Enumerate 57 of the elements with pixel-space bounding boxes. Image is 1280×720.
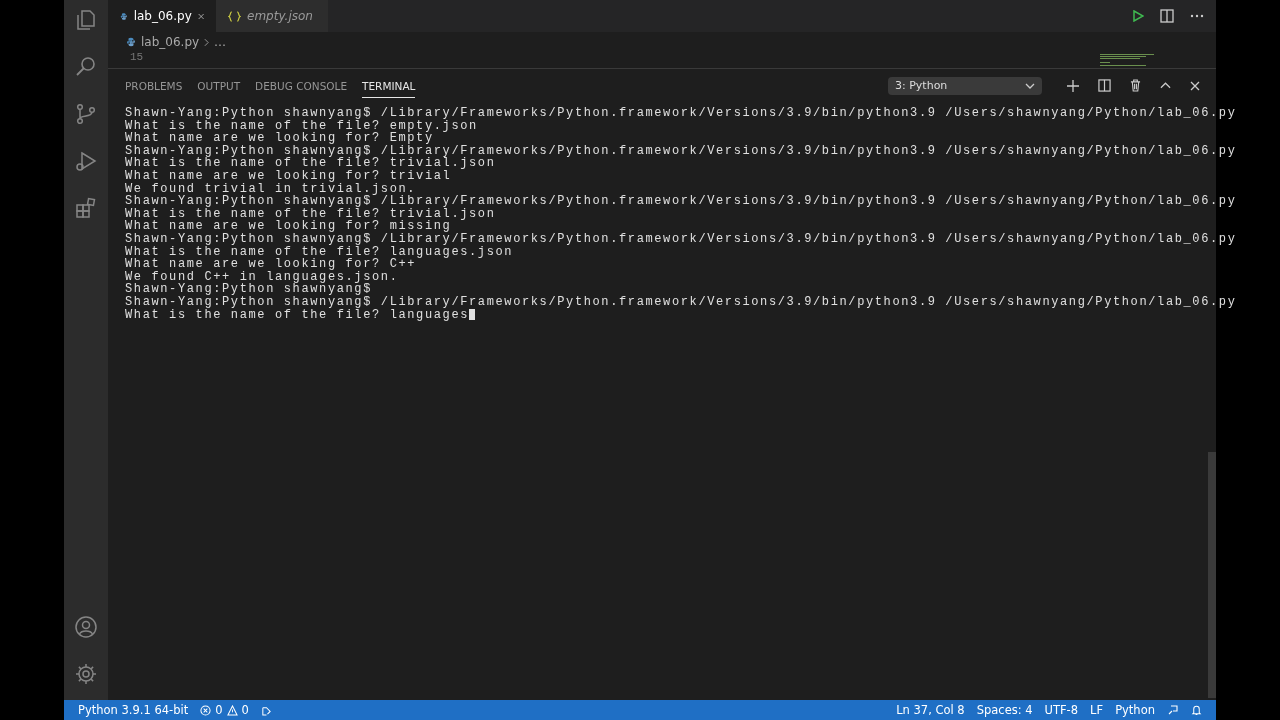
editor-tab[interactable]: empty.json bbox=[216, 0, 328, 32]
breadcrumb-item[interactable]: … bbox=[214, 35, 227, 49]
scrollbar[interactable] bbox=[1208, 452, 1216, 698]
split-terminal-icon[interactable] bbox=[1098, 79, 1111, 92]
terminal-line: What name are we looking for? trivial bbox=[125, 169, 452, 183]
split-editor-icon[interactable] bbox=[1160, 9, 1174, 23]
editor-tab[interactable]: lab_06.py bbox=[108, 0, 216, 32]
extensions-icon[interactable] bbox=[74, 196, 98, 220]
terminal-line: Shawn-Yang:Python shawnyang$ /Library/Frameworks/Python.framework/Versions/3.9/bin/python3.9 /Users/shawnyang/Python/lab_06.py bbox=[125, 144, 1237, 158]
account-icon[interactable] bbox=[74, 615, 98, 639]
settings-icon[interactable] bbox=[74, 662, 98, 686]
terminal-line: What is the name of the file? languages.json bbox=[125, 245, 514, 259]
panel-tab[interactable]: TERMINAL bbox=[362, 73, 416, 98]
files-icon[interactable] bbox=[74, 8, 98, 32]
run-debug-icon[interactable] bbox=[74, 149, 98, 173]
breadcrumb-item[interactable]: lab_06.py bbox=[141, 35, 200, 49]
close-icon[interactable] bbox=[1190, 80, 1200, 91]
status-item[interactable]: Ln 37, Col 8 bbox=[896, 703, 965, 717]
terminal-line: Shawn-Yang:Python shawnyang$ /Library/Frameworks/Python.framework/Versions/3.9/bin/python3.9 /Users/shawnyang/Python/lab_06.py bbox=[125, 295, 1237, 309]
panel-tab[interactable]: PROBLEMS bbox=[125, 73, 183, 98]
terminal-line: Shawn-Yang:Python shawnyang$ /Library/Frameworks/Python.framework/Versions/3.9/bin/python3.9 /Users/shawnyang/Python/lab_06.py bbox=[125, 232, 1237, 246]
plus-icon[interactable] bbox=[1067, 79, 1079, 92]
terminal-line: What name are we looking for? C++ bbox=[125, 258, 417, 271]
chevron-down-icon bbox=[1025, 82, 1035, 89]
terminal-dropdown[interactable]: 3: Python bbox=[888, 76, 1042, 95]
terminal-line: What is the name of the file? empty.json bbox=[125, 119, 478, 133]
status-item[interactable]: LF bbox=[1090, 703, 1104, 717]
warning-icon bbox=[226, 704, 238, 716]
terminal-line: We found C++ in languages.json. bbox=[125, 270, 399, 284]
status-item[interactable]: Python bbox=[1115, 703, 1155, 717]
status-item[interactable]: UTF-8 bbox=[1044, 703, 1079, 717]
status-item[interactable]: Python 3.9.1 64-bit bbox=[78, 703, 189, 717]
bell-icon[interactable] bbox=[1191, 704, 1202, 716]
panel-tab[interactable]: OUTPUT bbox=[197, 73, 241, 98]
chevron-up-icon[interactable] bbox=[1160, 82, 1171, 89]
terminal-line: What is the name of the file? trivial.json bbox=[125, 207, 496, 221]
error-icon bbox=[200, 704, 212, 716]
terminal-line: Shawn-Yang:Python shawnyang$ /Library/Frameworks/Python.framework/Versions/3.9/bin/python3.9 /Users/shawnyang/Python/lab_06.py bbox=[125, 195, 1237, 208]
terminal-line: We found trivial in trivial.json. bbox=[125, 182, 417, 196]
terminal-line: Shawn-Yang:Python shawnyang$ /Library/Frameworks/Python.framework/Versions/3.9/bin/python3.9 /Users/shawnyang/Python/lab_06.py bbox=[125, 107, 1237, 120]
more-icon[interactable] bbox=[1190, 14, 1204, 18]
terminal-line: What name are we looking for? missing bbox=[125, 220, 452, 233]
panel-tab[interactable]: DEBUG CONSOLE bbox=[255, 73, 348, 98]
run-icon[interactable] bbox=[1132, 10, 1144, 22]
problems-indicator[interactable]: 0 0 bbox=[200, 703, 249, 717]
python-file-icon bbox=[126, 37, 136, 47]
json-braces-icon bbox=[228, 10, 241, 22]
line-number: 15 bbox=[129, 52, 144, 62]
terminal-line: What is the name of the file? trivial.json bbox=[125, 157, 496, 170]
terminal-line: What is the name of the file? languages bbox=[125, 308, 470, 322]
python-file-icon bbox=[120, 10, 128, 22]
chevron-icon bbox=[204, 37, 210, 47]
trash-icon[interactable] bbox=[1130, 79, 1141, 92]
status-item[interactable]: Spaces: 4 bbox=[976, 703, 1033, 717]
terminal-line: Shawn-Yang:Python shawnyang$ bbox=[125, 283, 372, 296]
terminal-line: What name are we looking for? Empty bbox=[125, 132, 434, 145]
source-control-icon[interactable] bbox=[74, 102, 98, 126]
